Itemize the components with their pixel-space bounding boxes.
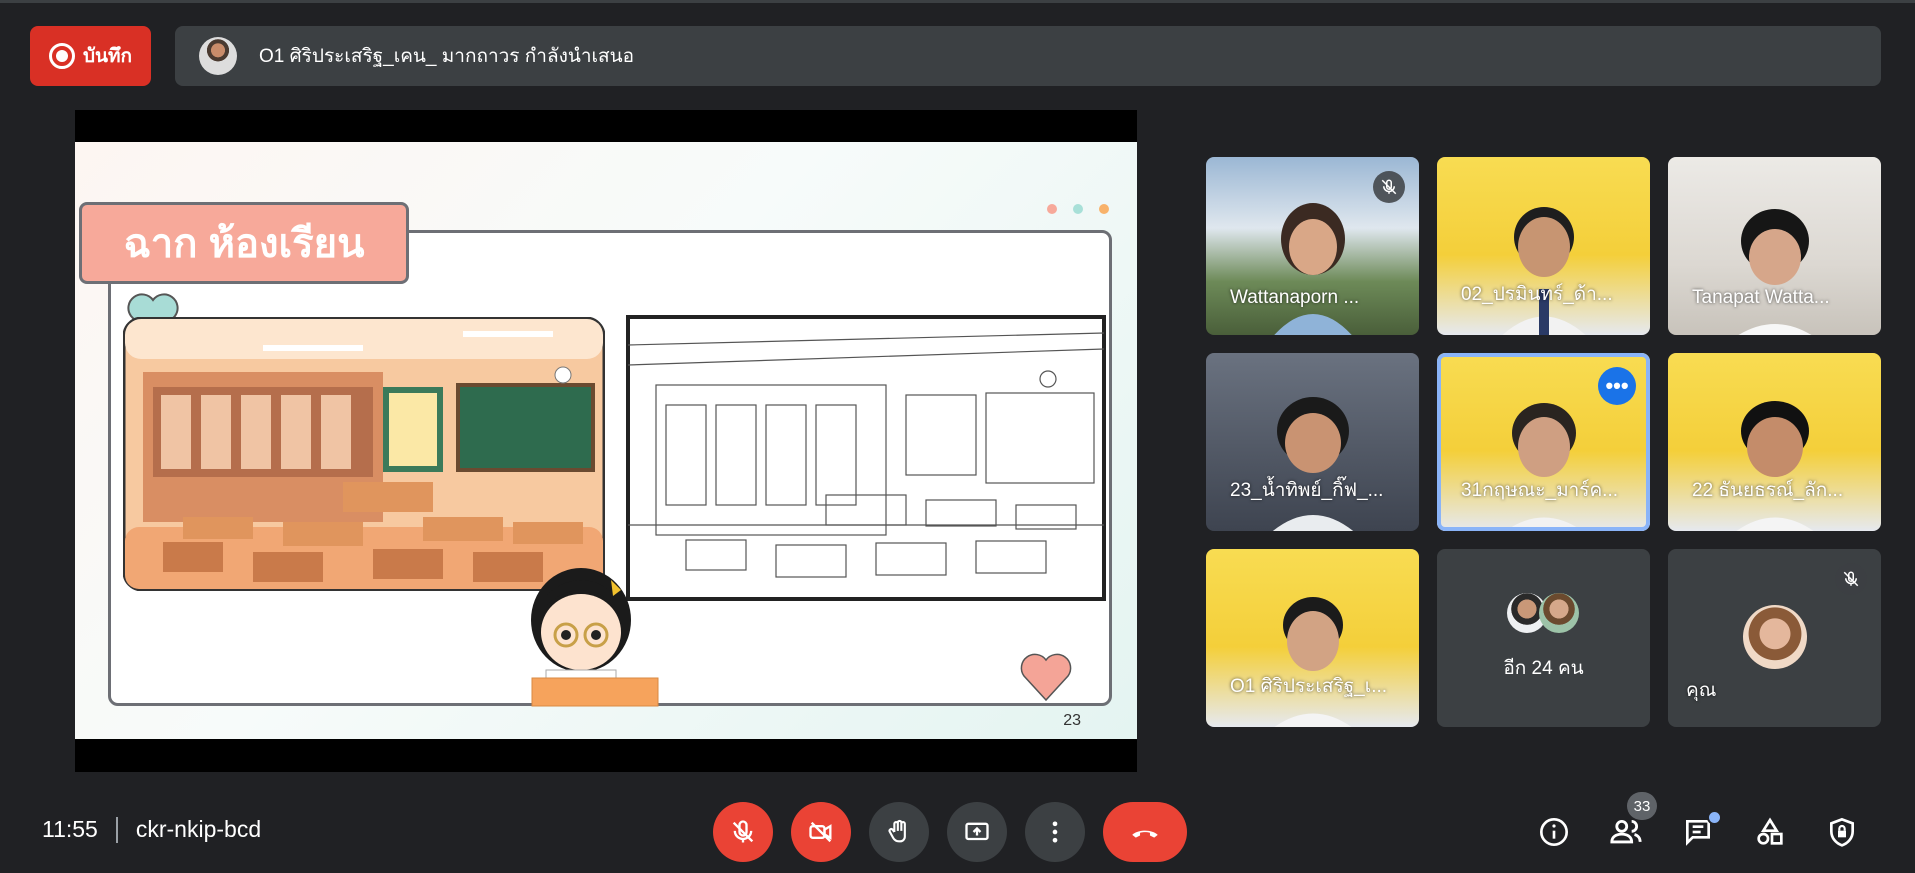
mic-toggle-button[interactable] bbox=[713, 802, 773, 862]
heart-icon bbox=[1020, 653, 1072, 702]
participant-tile-active[interactable]: ••• 31กฤษณะ_มาร์ค... bbox=[1437, 353, 1650, 531]
meeting-details-button[interactable] bbox=[1532, 810, 1576, 854]
self-avatar bbox=[1743, 605, 1807, 669]
presentation-area[interactable]: ฉาก ห้องเรียน 23 bbox=[75, 110, 1137, 772]
participant-tile[interactable]: 23_น้ำทิพย์_กิ๊ฟ_... bbox=[1206, 353, 1419, 531]
self-label: คุณ bbox=[1686, 680, 1717, 701]
participant-video bbox=[1505, 403, 1582, 531]
classroom-sketch-illustration bbox=[626, 315, 1106, 601]
participant-name: Wattanaporn ... bbox=[1230, 287, 1360, 308]
participant-video bbox=[1272, 397, 1353, 531]
participant-video bbox=[1736, 401, 1813, 531]
participant-tile[interactable]: Tanapat Watta... bbox=[1668, 157, 1881, 335]
more-options-icon[interactable]: ••• bbox=[1598, 367, 1636, 405]
slide-page-number: 23 bbox=[1063, 712, 1081, 729]
meeting-info: 11:55 ckr-nkip-bcd bbox=[42, 816, 261, 843]
slide-decoration-dots bbox=[1047, 204, 1109, 214]
more-vert-icon bbox=[1052, 821, 1058, 843]
avatar bbox=[1539, 593, 1579, 633]
participant-video bbox=[1738, 209, 1811, 335]
others-tile[interactable]: อีก 24 คน bbox=[1437, 549, 1650, 727]
participant-name: O1 ศิริประเสริฐ_เ... bbox=[1230, 676, 1388, 697]
participant-name: Tanapat Watta... bbox=[1692, 287, 1830, 308]
mic-off-icon bbox=[732, 820, 754, 843]
meeting-time: 11:55 bbox=[42, 816, 98, 842]
presenter-bar[interactable]: O1 ศิริประเสริฐ_เคน_ มากถาวร กำลังนำเสนอ bbox=[175, 26, 1881, 86]
people-count-badge: 33 bbox=[1627, 792, 1657, 820]
presenter-text: O1 ศิริประเสริฐ_เคน_ มากถาวร กำลังนำเสนอ bbox=[259, 46, 635, 67]
host-controls-button[interactable] bbox=[1820, 810, 1864, 854]
classroom-color-illustration bbox=[123, 317, 605, 591]
more-options-button[interactable] bbox=[1025, 802, 1085, 862]
hand-icon bbox=[888, 819, 906, 843]
participant-tile[interactable]: O1 ศิริประเสริฐ_เ... bbox=[1206, 549, 1419, 727]
present-screen-button[interactable] bbox=[947, 802, 1007, 862]
divider bbox=[115, 816, 118, 843]
participant-video bbox=[1273, 203, 1352, 335]
self-tile[interactable]: คุณ bbox=[1668, 549, 1881, 727]
desk-illustration bbox=[531, 677, 659, 707]
people-icon bbox=[1610, 819, 1642, 844]
participant-name: 02_ปรมินทร์_ด้า... bbox=[1461, 284, 1613, 305]
participant-name: 31กฤษณะ_มาร์ค... bbox=[1461, 480, 1619, 501]
shield-lock-icon bbox=[1830, 817, 1854, 847]
slide-title: ฉาก ห้องเรียน bbox=[79, 202, 409, 284]
participant-video bbox=[1502, 207, 1585, 335]
participant-name: 23_น้ำทิพย์_กิ๊ฟ_... bbox=[1230, 480, 1384, 501]
window-top-edge bbox=[0, 0, 1915, 3]
muted-mic-icon bbox=[1373, 171, 1405, 203]
presenter-avatar bbox=[199, 37, 237, 75]
meeting-code: ckr-nkip-bcd bbox=[135, 816, 262, 842]
participant-name: 22 ธันยธรณ์_ลัก... bbox=[1692, 480, 1844, 501]
slide: ฉาก ห้องเรียน 23 bbox=[75, 142, 1137, 739]
recording-label: บันทึก bbox=[82, 46, 133, 67]
record-icon bbox=[48, 43, 75, 69]
activities-icon bbox=[1757, 817, 1783, 845]
muted-mic-icon bbox=[1835, 563, 1867, 595]
camera-toggle-button[interactable] bbox=[791, 802, 851, 862]
info-icon bbox=[1540, 818, 1568, 846]
participant-tile[interactable]: 22 ธันยธรณ์_ลัก... bbox=[1668, 353, 1881, 531]
participant-tile[interactable]: 02_ปรมินทร์_ด้า... bbox=[1437, 157, 1650, 335]
present-icon bbox=[965, 822, 989, 841]
recording-button[interactable]: บันทึก bbox=[30, 26, 151, 86]
participant-video bbox=[1274, 597, 1351, 727]
hang-up-icon bbox=[1132, 830, 1158, 838]
participant-tile[interactable]: Wattanaporn ... bbox=[1206, 157, 1419, 335]
camera-off-icon bbox=[809, 821, 832, 843]
leave-call-button[interactable] bbox=[1103, 802, 1187, 862]
raise-hand-button[interactable] bbox=[869, 802, 929, 862]
activities-button[interactable] bbox=[1748, 810, 1792, 854]
chat-notification-dot bbox=[1707, 810, 1722, 825]
others-label: อีก 24 คน bbox=[1503, 658, 1584, 679]
